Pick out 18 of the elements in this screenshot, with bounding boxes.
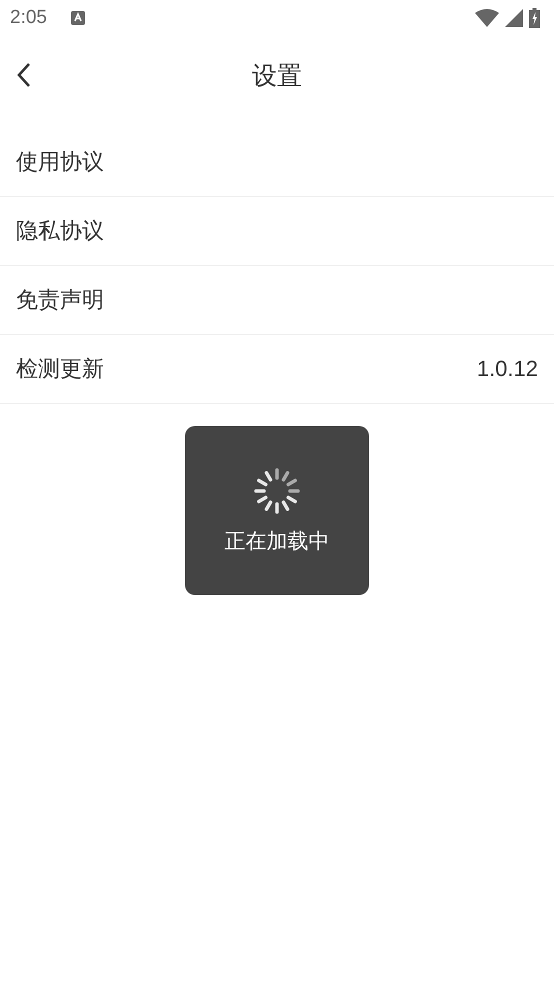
status-time: 2:05 [10, 7, 47, 29]
back-icon[interactable] [16, 62, 32, 88]
settings-item[interactable]: 检测更新 1.0.12 [0, 335, 554, 404]
settings-item[interactable]: 隐私协议 [0, 197, 554, 266]
wifi-icon [475, 9, 499, 27]
keyboard-a-icon [70, 11, 85, 25]
version-number: 1.0.12 [476, 356, 538, 382]
loading-spinner-icon [253, 466, 301, 514]
settings-label: 免责声明 [16, 287, 104, 315]
settings-label: 使用协议 [16, 149, 104, 177]
settings-item[interactable]: 免责声明 [0, 266, 554, 335]
page-title: 设置 [252, 60, 302, 92]
battery-icon [529, 8, 540, 28]
signal-icon [505, 9, 523, 27]
settings-item[interactable]: 使用协议 [0, 128, 554, 197]
settings-label: 隐私协议 [16, 218, 104, 246]
settings-label: 检测更新 [16, 356, 104, 384]
loading-message: 正在加载中 [224, 528, 330, 554]
